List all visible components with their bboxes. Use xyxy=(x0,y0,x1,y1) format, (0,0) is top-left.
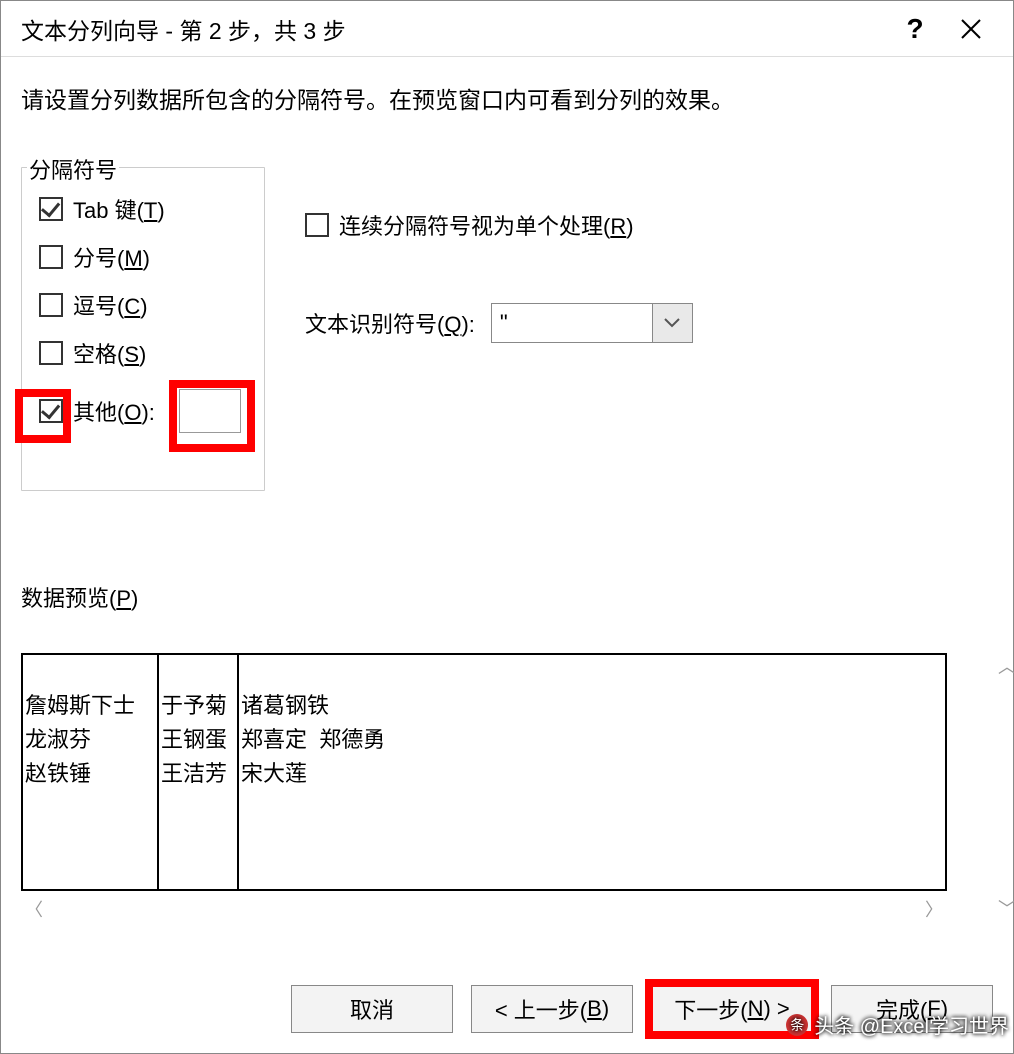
combo-dropdown-button[interactable] xyxy=(652,304,692,342)
delimiters-groupbox: 分隔符号 Tab 键(T) 分号(M) xyxy=(21,151,993,491)
label-semicolon: 分号(M) xyxy=(73,241,150,273)
dialog-window: 文本分列向导 - 第 2 步，共 3 步 ? 请设置分列数据所包含的分隔符号。在… xyxy=(0,0,1014,1054)
horizontal-scrollbar[interactable]: 〈 〉 xyxy=(21,897,947,921)
text-qualifier-value[interactable]: " xyxy=(492,304,652,342)
chevron-down-icon xyxy=(664,318,680,328)
delimiter-semicolon-row[interactable]: 分号(M) xyxy=(39,233,267,281)
data-preview-box: 詹姆斯下士 龙淑芬 赵铁锤 于予菊 王钢蛋 王洁芳 诸葛钢铁 郑喜定 郑德勇 宋… xyxy=(21,653,947,891)
treat-consecutive-row[interactable]: 连续分隔符号视为单个处理(R) xyxy=(305,201,983,249)
delimiter-space-row[interactable]: 空格(S) xyxy=(39,329,267,377)
help-button[interactable]: ? xyxy=(887,5,943,53)
label-space: 空格(S) xyxy=(73,337,146,369)
label-comma: 逗号(C) xyxy=(73,289,148,321)
checkbox-other[interactable] xyxy=(39,399,63,423)
vertical-scrollbar[interactable]: ︿ ﹀ xyxy=(997,653,1014,921)
checkbox-semicolon[interactable] xyxy=(39,245,63,269)
label-tab: Tab 键(T) xyxy=(73,193,165,225)
checkbox-treat-consecutive[interactable] xyxy=(305,213,329,237)
back-button[interactable]: < 上一步(B) xyxy=(471,985,633,1033)
text-qualifier-row: 文本识别符号(Q): " xyxy=(305,303,983,343)
scroll-down-icon: ﹀ xyxy=(998,895,1014,921)
preview-col-2: 于予菊 王钢蛋 王洁芳 xyxy=(159,655,239,889)
text-qualifier-label: 文本识别符号(Q): xyxy=(305,307,475,339)
other-delimiter-input[interactable] xyxy=(179,389,241,433)
close-button[interactable] xyxy=(943,5,999,53)
dialog-content: 请设置分列数据所包含的分隔符号。在预览窗口内可看到分列的效果。 分隔符号 Tab… xyxy=(1,57,1013,921)
text-qualifier-combo[interactable]: " xyxy=(491,303,693,343)
dialog-footer: 取消 < 上一步(B) 下一步(N) > 完成(F) xyxy=(1,975,1013,1049)
delimiter-tab-row[interactable]: Tab 键(T) xyxy=(39,185,267,233)
description-text: 请设置分列数据所包含的分隔符号。在预览窗口内可看到分列的效果。 xyxy=(21,81,993,115)
preview-col-3: 诸葛钢铁 郑喜定 郑德勇 宋大莲 xyxy=(239,655,945,889)
scroll-right-icon: 〉 xyxy=(925,896,943,922)
data-preview-label: 数据预览(P) xyxy=(21,581,993,613)
scroll-up-icon: ︿ xyxy=(998,653,1014,679)
preview-col-1: 詹姆斯下士 龙淑芬 赵铁锤 xyxy=(23,655,159,889)
close-icon xyxy=(960,18,982,40)
scroll-left-icon: 〈 xyxy=(25,896,43,922)
titlebar: 文本分列向导 - 第 2 步，共 3 步 ? xyxy=(1,1,1013,57)
next-button[interactable]: 下一步(N) > xyxy=(651,985,813,1033)
help-icon: ? xyxy=(906,13,923,45)
finish-button[interactable]: 完成(F) xyxy=(831,985,993,1033)
delimiter-other-row[interactable]: 其他(O): xyxy=(39,387,267,435)
dialog-title: 文本分列向导 - 第 2 步，共 3 步 xyxy=(21,12,887,46)
checkbox-space[interactable] xyxy=(39,341,63,365)
label-other: 其他(O): xyxy=(73,395,155,427)
label-treat-consecutive: 连续分隔符号视为单个处理(R) xyxy=(339,209,634,241)
checkbox-tab[interactable] xyxy=(39,197,63,221)
delimiter-comma-row[interactable]: 逗号(C) xyxy=(39,281,267,329)
checkbox-comma[interactable] xyxy=(39,293,63,317)
cancel-button[interactable]: 取消 xyxy=(291,985,453,1033)
